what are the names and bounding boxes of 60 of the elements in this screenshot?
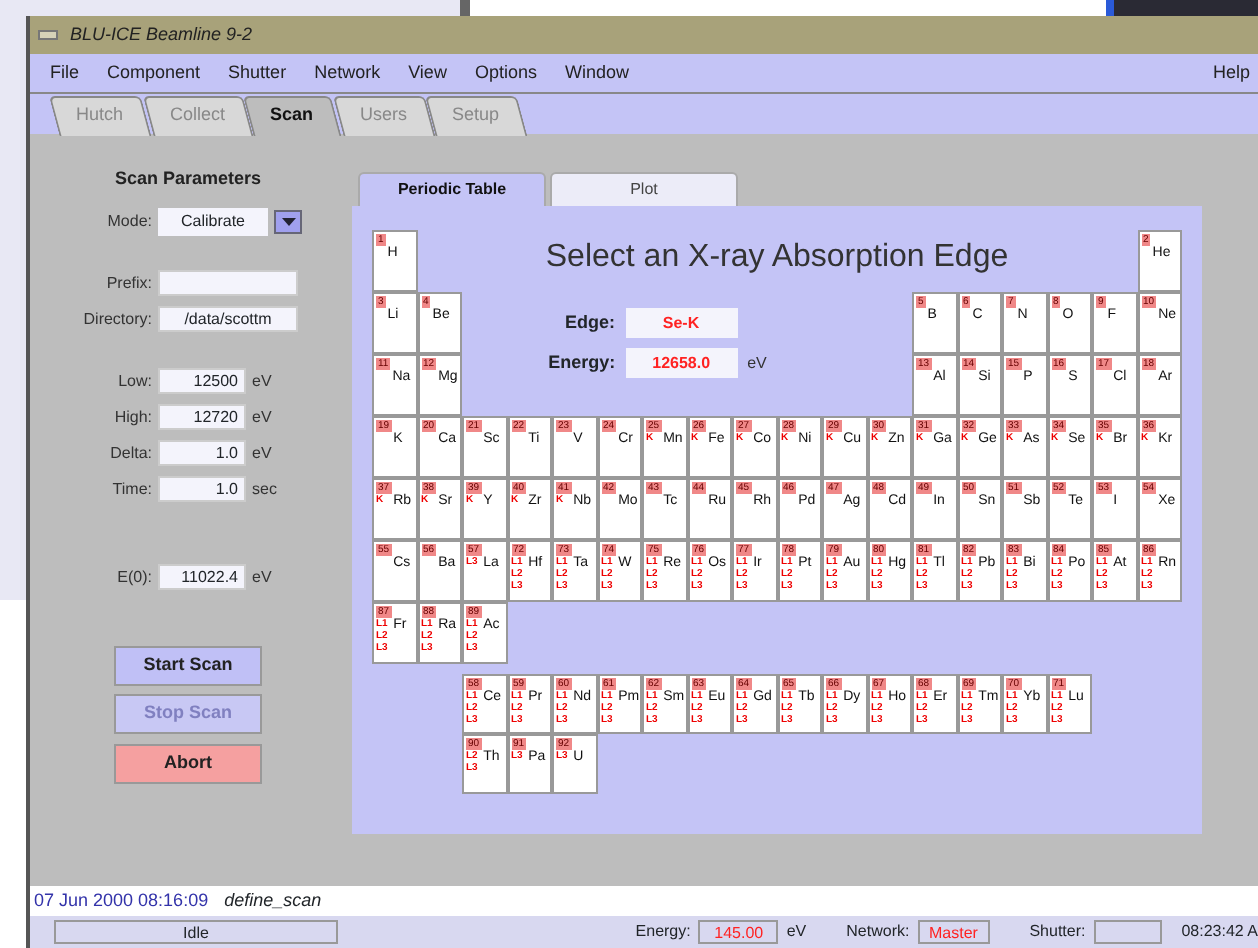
field-label: Edge: [562,309,615,336]
field-label: Directory: [81,307,152,331]
field-label: Prefix: [104,271,152,295]
unit-label: eV [747,351,767,375]
status-label: Energy: [635,920,691,944]
unit-label: eV [252,441,272,465]
input-field[interactable]: 11022.4 [158,564,246,590]
unit-label: eV [252,369,272,393]
caret-icon [281,217,295,225]
dropdown-button[interactable] [274,209,302,233]
menu-item[interactable]: Options [474,59,537,87]
input-field[interactable]: /data/scottm [158,306,298,332]
menu-item[interactable]: Network [314,59,381,87]
field-label: Delta: [108,441,152,465]
menu-item[interactable]: Shutter [228,59,287,87]
status-label: Shutter: [1029,920,1086,944]
menu-item[interactable]: Help [1212,59,1250,87]
status-field: 145.00 [698,920,779,944]
tab[interactable]: Plot [550,172,738,206]
input-field[interactable]: 1.0 [158,440,246,466]
tab[interactable]: Users [331,95,434,134]
unit-label: sec [252,477,277,501]
window-title: BLU-ICE Beamline 9-2 [70,21,253,48]
status-label: Network: [846,920,910,944]
tab[interactable]: Hutch [48,95,151,134]
field-label: Time: [110,477,152,501]
field-label: Low: [116,369,152,393]
log-message: define_scan [224,887,322,914]
menu-item[interactable]: Window [564,59,629,87]
tab[interactable]: Setup [424,95,527,134]
field-label: Mode: [105,209,152,233]
status-field: Master [917,920,990,944]
action-button[interactable]: Abort [114,743,262,783]
input-field[interactable] [158,270,298,296]
log-timestamp: 07 Jun 2000 08:16:09 [34,887,209,914]
input-field[interactable]: 12500 [158,368,246,394]
menu-item[interactable]: File [50,59,80,87]
clock: 08:23:42 A [1181,920,1258,944]
input-field[interactable]: 1.0 [158,476,246,502]
menu-item[interactable]: View [408,59,447,87]
panel-heading: Select an X-ray Absorption Edge [543,238,1011,278]
unit-label: eV [252,565,272,589]
value-field: Se-K [625,308,737,338]
tab[interactable]: Periodic Table [358,172,546,206]
status-field [1093,920,1162,944]
menu-item[interactable]: Component [107,59,201,87]
field-label: Energy: [546,349,616,376]
action-button[interactable]: Start Scan [114,645,262,685]
tab[interactable]: Collect [141,95,252,134]
mode-dropdown[interactable]: Calibrate [158,207,268,235]
unit-label: eV [786,920,807,944]
tab[interactable]: Scan [242,95,341,134]
input-field[interactable]: 12720 [158,404,246,430]
window-menu-button[interactable] [38,30,58,40]
status-field: Idle [54,920,338,944]
unit-label: eV [252,405,272,429]
field-label: E(0): [115,565,152,589]
panel-title: Scan Parameters [114,166,262,192]
field-label: High: [112,405,152,429]
value-field: 12658.0 [625,348,738,378]
